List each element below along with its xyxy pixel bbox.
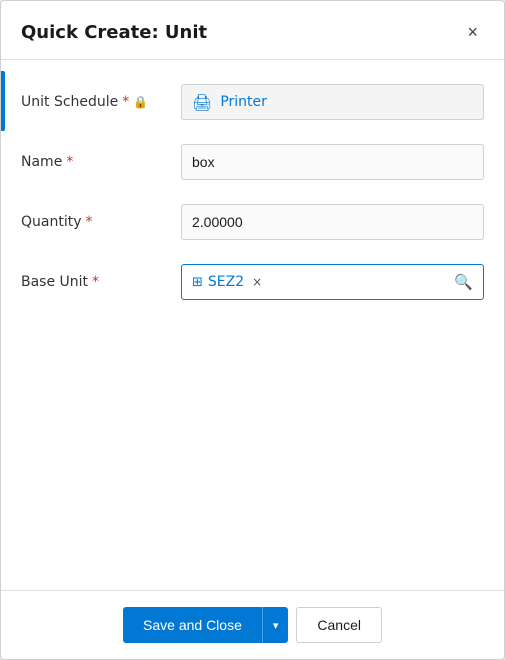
quantity-input[interactable] xyxy=(181,204,484,240)
base-unit-remove-button[interactable]: × xyxy=(252,275,262,289)
base-unit-tag-text: SEZ2 xyxy=(208,274,244,290)
quantity-label: Quantity * xyxy=(21,214,181,230)
base-unit-required: * xyxy=(92,274,99,290)
unit-schedule-required: * xyxy=(122,94,129,110)
quick-create-dialog: Quick Create: Unit × Unit Schedule * 🔒 🖨… xyxy=(0,0,505,660)
dialog-footer: Save and Close ▾ Cancel xyxy=(1,590,504,659)
unit-schedule-readonly: 🖨 Printer xyxy=(181,84,484,120)
unit-schedule-link[interactable]: Printer xyxy=(220,94,267,110)
close-button[interactable]: × xyxy=(461,19,484,45)
name-input[interactable] xyxy=(181,144,484,180)
unit-schedule-row: Unit Schedule * 🔒 🖨 Printer xyxy=(21,80,484,124)
name-required: * xyxy=(66,154,73,170)
name-label: Name * xyxy=(21,154,181,170)
dialog-body: Unit Schedule * 🔒 🖨 Printer Name * xyxy=(1,60,504,590)
name-label-text: Name xyxy=(21,154,62,170)
dialog-header: Quick Create: Unit × xyxy=(1,1,504,60)
quantity-row: Quantity * xyxy=(21,200,484,244)
unit-schedule-label-text: Unit Schedule xyxy=(21,94,118,110)
lookup-search-icon[interactable]: 🔍 xyxy=(454,273,473,291)
base-unit-label: Base Unit * xyxy=(21,274,181,290)
dialog-title: Quick Create: Unit xyxy=(21,22,207,43)
printer-icon: 🖨 xyxy=(192,93,212,112)
left-accent-bar xyxy=(1,71,5,131)
quantity-required: * xyxy=(86,214,93,230)
base-unit-field[interactable]: ⊞ SEZ2 × 🔍 xyxy=(181,264,484,300)
name-field xyxy=(181,144,484,180)
base-unit-label-text: Base Unit xyxy=(21,274,88,290)
cancel-button[interactable]: Cancel xyxy=(296,607,382,643)
name-row: Name * xyxy=(21,140,484,184)
save-close-group: Save and Close ▾ xyxy=(123,607,288,643)
save-close-dropdown-button[interactable]: ▾ xyxy=(262,607,289,643)
save-close-button[interactable]: Save and Close xyxy=(123,607,262,643)
base-unit-tag-icon: ⊞ xyxy=(192,275,203,290)
lock-icon: 🔒 xyxy=(133,95,148,109)
quantity-label-text: Quantity xyxy=(21,214,82,230)
base-unit-lookup[interactable]: ⊞ SEZ2 × 🔍 xyxy=(181,264,484,300)
quantity-field xyxy=(181,204,484,240)
unit-schedule-label: Unit Schedule * 🔒 xyxy=(21,94,181,110)
unit-schedule-field: 🖨 Printer xyxy=(181,84,484,120)
base-unit-tag: ⊞ SEZ2 xyxy=(192,274,244,290)
base-unit-row: Base Unit * ⊞ SEZ2 × 🔍 xyxy=(21,260,484,304)
